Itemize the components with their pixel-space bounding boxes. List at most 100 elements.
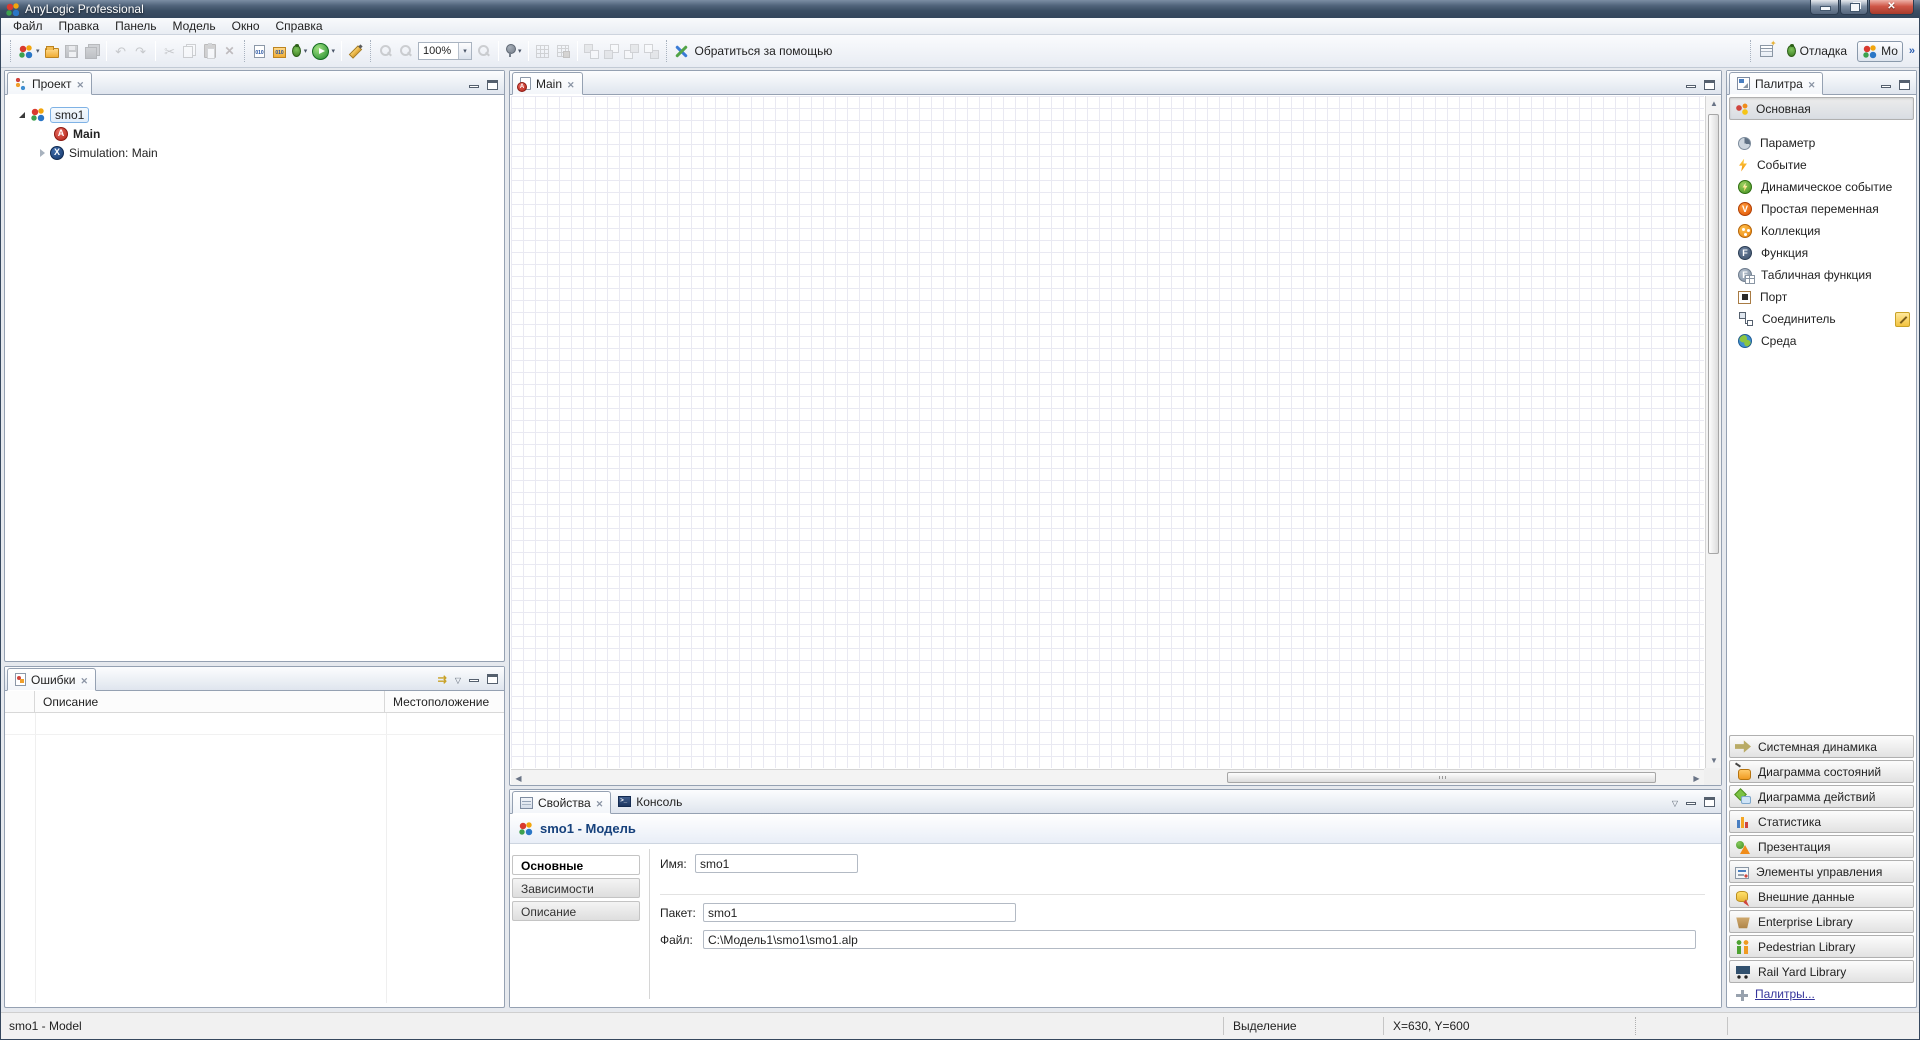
tree-item-model[interactable]: smo1	[5, 105, 504, 124]
maximize-panel-button[interactable]	[1704, 797, 1715, 807]
palette-item-table-function[interactable]: F Табличная функция	[1727, 264, 1916, 286]
maximize-panel-button[interactable]	[487, 80, 498, 90]
tab-console[interactable]: Консоль	[611, 790, 689, 813]
tree-item-simulation[interactable]: X Simulation: Main	[5, 143, 504, 162]
debug-run-button[interactable]: ▾	[290, 40, 310, 62]
marker-button[interactable]	[346, 40, 366, 62]
close-icon[interactable]	[1808, 77, 1816, 91]
snap-to-grid-button[interactable]	[553, 40, 573, 62]
nav-general[interactable]: Основные	[512, 855, 640, 875]
errors-column-description[interactable]: Описание	[35, 691, 385, 712]
zoom-out-button[interactable]	[396, 40, 416, 62]
close-icon[interactable]	[81, 673, 89, 687]
nav-dependencies[interactable]: Зависимости	[512, 878, 640, 898]
filter-icon[interactable]	[438, 672, 447, 686]
paste-button[interactable]	[200, 40, 220, 62]
new-model-button[interactable]: ▾	[16, 40, 42, 62]
send-backward-button[interactable]	[642, 40, 662, 62]
tab-errors[interactable]: Ошибки	[7, 668, 97, 691]
model-perspective-button[interactable]: Мо	[1857, 40, 1903, 62]
close-window-button[interactable]	[1869, 0, 1914, 15]
palette-item-event[interactable]: Событие	[1727, 154, 1916, 176]
view-menu-icon[interactable]	[1672, 795, 1678, 809]
zoom-level-combo[interactable]: 100% ▾	[418, 42, 473, 60]
palette-section-system-dynamics[interactable]: Системная динамика	[1729, 735, 1914, 758]
palette-section-external-data[interactable]: Внешние данные	[1729, 885, 1914, 908]
menu-item-model[interactable]: Модель	[165, 18, 224, 34]
expander-open-icon[interactable]	[19, 111, 25, 118]
vertical-scroll-thumb[interactable]	[1708, 114, 1719, 554]
minimize-panel-button[interactable]	[1686, 85, 1696, 88]
open-button[interactable]	[42, 40, 62, 62]
view-menu-icon[interactable]	[455, 672, 461, 686]
menu-item-panel[interactable]: Панель	[107, 18, 164, 34]
palette-item-connector[interactable]: Соединитель	[1727, 308, 1916, 330]
undo-button[interactable]: ↶	[111, 40, 131, 62]
cut-button[interactable]: ✂	[160, 40, 180, 62]
minimize-panel-button[interactable]	[1881, 85, 1891, 88]
minimize-panel-button[interactable]	[469, 85, 479, 88]
perspective-overflow-chevron[interactable]: »	[1909, 45, 1915, 57]
model-canvas[interactable]	[511, 96, 1704, 768]
name-input[interactable]	[695, 854, 858, 873]
minimize-window-button[interactable]	[1810, 0, 1839, 15]
build-all-button[interactable]	[270, 40, 290, 62]
file-input[interactable]	[703, 930, 1696, 949]
menu-item-help[interactable]: Справка	[268, 18, 331, 34]
palette-section-controls[interactable]: Элементы управления	[1729, 860, 1914, 883]
palette-section-pedestrian-library[interactable]: Pedestrian Library	[1729, 935, 1914, 958]
menu-item-edit[interactable]: Правка	[51, 18, 108, 34]
palette-item-collection[interactable]: Коллекция	[1727, 220, 1916, 242]
close-icon[interactable]	[567, 77, 575, 91]
palette-item-port[interactable]: Порт	[1727, 286, 1916, 308]
expander-closed-icon[interactable]	[40, 148, 45, 157]
close-icon[interactable]	[596, 796, 604, 810]
palette-item-function[interactable]: F Функция	[1727, 242, 1916, 264]
vertical-scrollbar[interactable]: ▲ ▼	[1705, 96, 1721, 768]
scroll-up-arrow[interactable]: ▲	[1706, 96, 1722, 111]
maximize-panel-button[interactable]	[487, 674, 498, 684]
send-to-back-button[interactable]	[602, 40, 622, 62]
errors-table-body[interactable]	[5, 713, 504, 1003]
palette-section-actionchart[interactable]: Диаграмма действий	[1729, 785, 1914, 808]
palette-section-statistics[interactable]: Статистика	[1729, 810, 1914, 833]
bring-to-front-button[interactable]	[582, 40, 602, 62]
palette-section-rail-yard-library[interactable]: Rail Yard Library	[1729, 960, 1914, 983]
tab-main-editor[interactable]: A Main	[512, 72, 583, 95]
delete-button[interactable]: ✕	[220, 40, 240, 62]
palette-item-parameter[interactable]: Параметр	[1727, 132, 1916, 154]
table-perspective-button[interactable]	[1756, 39, 1777, 59]
ask-for-help-button[interactable]: Обратиться за помощью	[672, 40, 835, 62]
copy-button[interactable]	[180, 40, 200, 62]
palettes-more-link[interactable]: Палитры...	[1755, 987, 1815, 1001]
tab-properties[interactable]: Свойства	[512, 791, 612, 814]
save-button[interactable]	[62, 40, 82, 62]
debug-perspective-button[interactable]: Отладка	[1783, 42, 1851, 60]
zoom-to-selection-button[interactable]	[376, 40, 396, 62]
menu-item-window[interactable]: Окно	[224, 18, 268, 34]
palette-item-environment[interactable]: Среда	[1727, 330, 1916, 352]
run-button[interactable]: ▾	[310, 40, 338, 62]
redo-button[interactable]: ↷	[131, 40, 151, 62]
tab-palette[interactable]: Палитра	[1729, 72, 1824, 95]
scroll-left-arrow[interactable]: ◀	[511, 770, 526, 786]
toggle-grid-button[interactable]	[533, 40, 553, 62]
palette-item-dynamic-event[interactable]: Динамическое событие	[1727, 176, 1916, 198]
zoom-reset-button[interactable]	[474, 40, 494, 62]
close-icon[interactable]	[77, 77, 85, 91]
minimize-panel-button[interactable]	[1686, 802, 1696, 805]
horizontal-scrollbar[interactable]: ◀ ▶	[511, 769, 1704, 785]
restore-window-button[interactable]	[1840, 0, 1868, 15]
build-button[interactable]	[250, 40, 270, 62]
nav-description[interactable]: Описание	[512, 901, 640, 921]
errors-column-location[interactable]: Местоположение	[385, 691, 504, 712]
tab-project[interactable]: Проект	[7, 72, 93, 95]
bring-forward-button[interactable]	[622, 40, 642, 62]
package-input[interactable]	[703, 903, 1016, 922]
maximize-panel-button[interactable]	[1704, 80, 1715, 90]
edit-pencil-icon[interactable]	[1895, 311, 1910, 327]
minimize-panel-button[interactable]	[469, 679, 479, 682]
menu-item-file[interactable]: Файл	[5, 18, 51, 34]
palette-section-statechart[interactable]: Диаграмма состояний	[1729, 760, 1914, 783]
palette-section-enterprise-library[interactable]: Enterprise Library	[1729, 910, 1914, 933]
